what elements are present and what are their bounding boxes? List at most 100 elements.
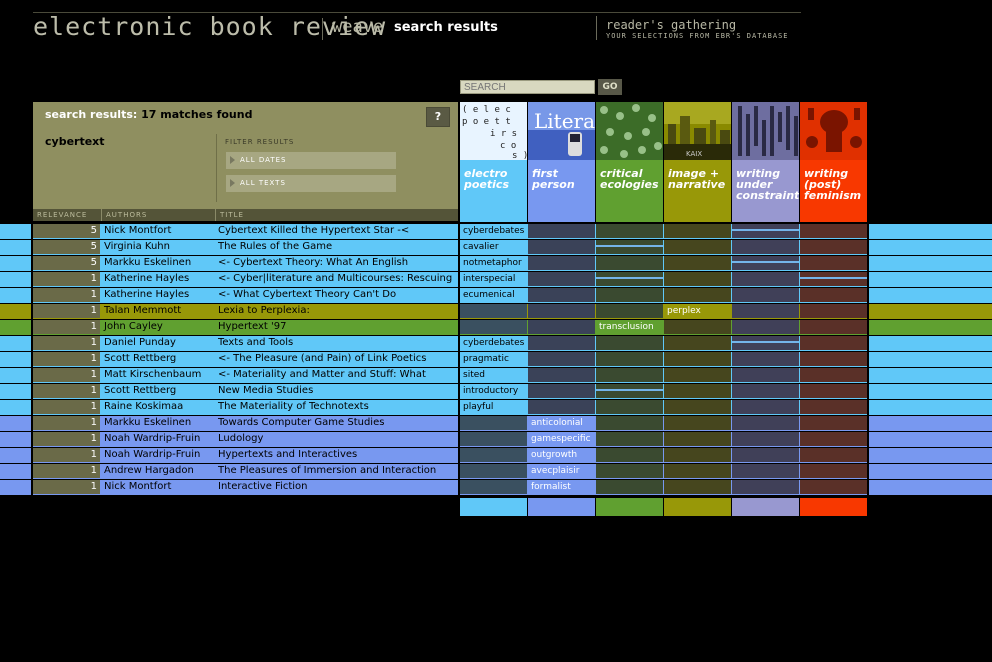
col-relevance[interactable]: RELEVANCE [33,209,101,221]
title-link[interactable]: Hypertexts and Interactives [215,448,458,462]
table-row[interactable]: 5 Markku Eskelinen <- Cybertext Theory: Wh… [0,256,992,271]
col-authors[interactable]: AUTHORS [101,209,215,221]
author-link[interactable]: Katherine Hayles [101,288,214,302]
table-row[interactable]: 1 Noah Wardrip-Fruin Ludology gamespecific [0,432,992,447]
filter-all-dates-button[interactable]: ALL DATES [226,152,396,169]
author-link[interactable]: Markku Eskelinen [101,416,214,430]
thread-cell-electropoetics[interactable]: notmetaphor [460,256,527,270]
title-link[interactable]: <- What Cybertext Theory Can't Do [215,288,458,302]
thread-cell-feminism [800,464,867,478]
table-row[interactable]: 1 John Cayley Hypertext '97 transclusion [0,320,992,335]
thread-column-electropoetics[interactable]: ( e l e c p o e t t i r s c os ) electro poe… [460,102,527,222]
title-link[interactable]: <- The Pleasure (and Pain) of Link Poeti… [215,352,458,366]
table-row[interactable]: 5 Nick Montfort Cybertext Killed the Hyper… [0,224,992,239]
thread-cell-firstperson[interactable]: outgrowth [528,448,595,462]
author-link[interactable]: Andrew Hargadon [101,464,214,478]
title-link[interactable]: <- Materiality and Matter and Stuff: Wha… [215,368,458,382]
thread-cell-writing_under [732,224,799,238]
thread-column-image[interactable]: KAIX image + narrative [664,102,731,222]
thread-cell-electropoetics[interactable]: ecumenical [460,288,527,302]
title-link[interactable]: The Rules of the Game [215,240,458,254]
thread-column-critical[interactable]: critical ecologies [596,102,663,222]
title-link[interactable]: Towards Computer Game Studies [215,416,458,430]
thread-swatch-firstperson[interactable] [528,498,595,516]
author-link[interactable]: Daniel Punday [101,336,214,350]
thread-swatch-feminism[interactable] [800,498,867,516]
thread-column-feminism[interactable]: writing (post) feminism [800,102,867,222]
thread-cell-electropoetics[interactable]: cyberdebates [460,336,527,350]
thread-swatch-electropoetics[interactable] [460,498,527,516]
thread-cell-electropoetics[interactable]: cyberdebates [460,224,527,238]
section-weave-link[interactable]: weave [332,17,383,37]
search-input[interactable] [460,80,595,94]
thread-cell-electropoetics[interactable]: introductory [460,384,527,398]
table-row[interactable]: 1 Katherine Hayles <- What Cybertext Theor… [0,288,992,303]
author-link[interactable]: Markku Eskelinen [101,256,214,270]
table-row[interactable]: 1 Matt Kirschenbaum <- Materiality and Mat… [0,368,992,383]
table-row[interactable]: 1 Markku Eskelinen Towards Computer Game S… [0,416,992,431]
table-row[interactable]: 1 Katherine Hayles <- Cyber|literature and… [0,272,992,287]
thread-cell-writing_under [732,384,799,398]
thread-cell-electropoetics[interactable]: interspecial [460,272,527,286]
thread-cell-firstperson[interactable]: gamespecific [528,432,595,446]
thread-swatch-image[interactable] [664,498,731,516]
table-row[interactable]: 1 Scott Rettberg New Media Studies introduc… [0,384,992,399]
author-link[interactable]: Scott Rettberg [101,352,214,366]
thread-cell-firstperson[interactable]: anticolonial [528,416,595,430]
table-row[interactable]: 1 Scott Rettberg <- The Pleasure (and Pain… [0,352,992,367]
thread-cell-feminism [800,336,867,350]
table-row[interactable]: 1 Daniel Punday Texts and Tools cyberdebate… [0,336,992,351]
thread-cell-firstperson[interactable]: formalist [528,480,595,494]
table-row[interactable]: 1 Nick Montfort Interactive Fiction formali… [0,480,992,495]
author-link[interactable]: Raine Koskimaa [101,400,214,414]
title-link[interactable]: Interactive Fiction [215,480,458,494]
thread-cell-electropoetics[interactable]: sited [460,368,527,382]
author-link[interactable]: Virginia Kuhn [101,240,214,254]
title-link[interactable]: The Materiality of Technotexts [215,400,458,414]
author-link[interactable]: Katherine Hayles [101,272,214,286]
thread-cell-electropoetics[interactable]: cavalier [460,240,527,254]
col-title[interactable]: TITLE [215,209,458,221]
author-link[interactable]: Scott Rettberg [101,384,214,398]
thread-swatch-critical[interactable] [596,498,663,516]
title-link[interactable]: Ludology [215,432,458,446]
thread-cell-electropoetics[interactable]: playful [460,400,527,414]
author-link[interactable]: Talan Memmott [101,304,214,318]
relevance-score: 1 [33,288,100,302]
table-row[interactable]: 1 Andrew Hargadon The Pleasures of Immersi… [0,464,992,479]
title-link[interactable]: New Media Studies [215,384,458,398]
thread-cell-feminism [800,320,867,334]
thread-cell-firstperson[interactable]: avecplaisir [528,464,595,478]
table-row[interactable]: 1 Talan Memmott Lexia to Perplexia: perplex [0,304,992,319]
author-link[interactable]: Nick Montfort [101,480,214,494]
readers-gathering-link[interactable]: reader's gathering [606,18,736,32]
title-link[interactable]: The Pleasures of Immersion and Interacti… [215,464,458,478]
thread-column-writing_under[interactable]: writing under constraint [732,102,799,222]
author-link[interactable]: Nick Montfort [101,224,214,238]
title-link[interactable]: <- Cybertext Theory: What An English [215,256,458,270]
author-link[interactable]: John Cayley [101,320,214,334]
filter-all-texts-button[interactable]: ALL TEXTS [226,175,396,192]
table-row[interactable]: 1 Noah Wardrip-Fruin Hypertexts and Intera… [0,448,992,463]
thread-swatch-writing_under[interactable] [732,498,799,516]
table-row[interactable]: 5 Virginia Kuhn The Rules of the Game caval… [0,240,992,255]
title-link[interactable]: Lexia to Perplexia: [215,304,458,318]
thread-column-firstperson[interactable]: Litera first person [528,102,595,222]
thread-cell-feminism [800,256,867,270]
table-row[interactable]: 1 Raine Koskimaa The Materiality of Techno… [0,400,992,415]
title-link[interactable]: <- Cyber|literature and Multicourses: Re… [215,272,458,286]
author-link[interactable]: Matt Kirschenbaum [101,368,214,382]
search-go-button[interactable]: GO [598,79,622,95]
thread-cell-electropoetics[interactable]: pragmatic [460,352,527,366]
row-gap [867,480,869,495]
results-count: 17 matches found [141,108,253,121]
thread-cell-image [664,464,731,478]
title-link[interactable]: Cybertext Killed the Hypertext Star -< [215,224,458,238]
author-link[interactable]: Noah Wardrip-Fruin [101,448,214,462]
thread-cell-critical[interactable]: transclusion [596,320,663,334]
help-button[interactable]: ? [426,107,450,127]
author-link[interactable]: Noah Wardrip-Fruin [101,432,214,446]
thread-cell-image[interactable]: perplex [664,304,731,318]
title-link[interactable]: Texts and Tools [215,336,458,350]
title-link[interactable]: Hypertext '97 [215,320,458,334]
